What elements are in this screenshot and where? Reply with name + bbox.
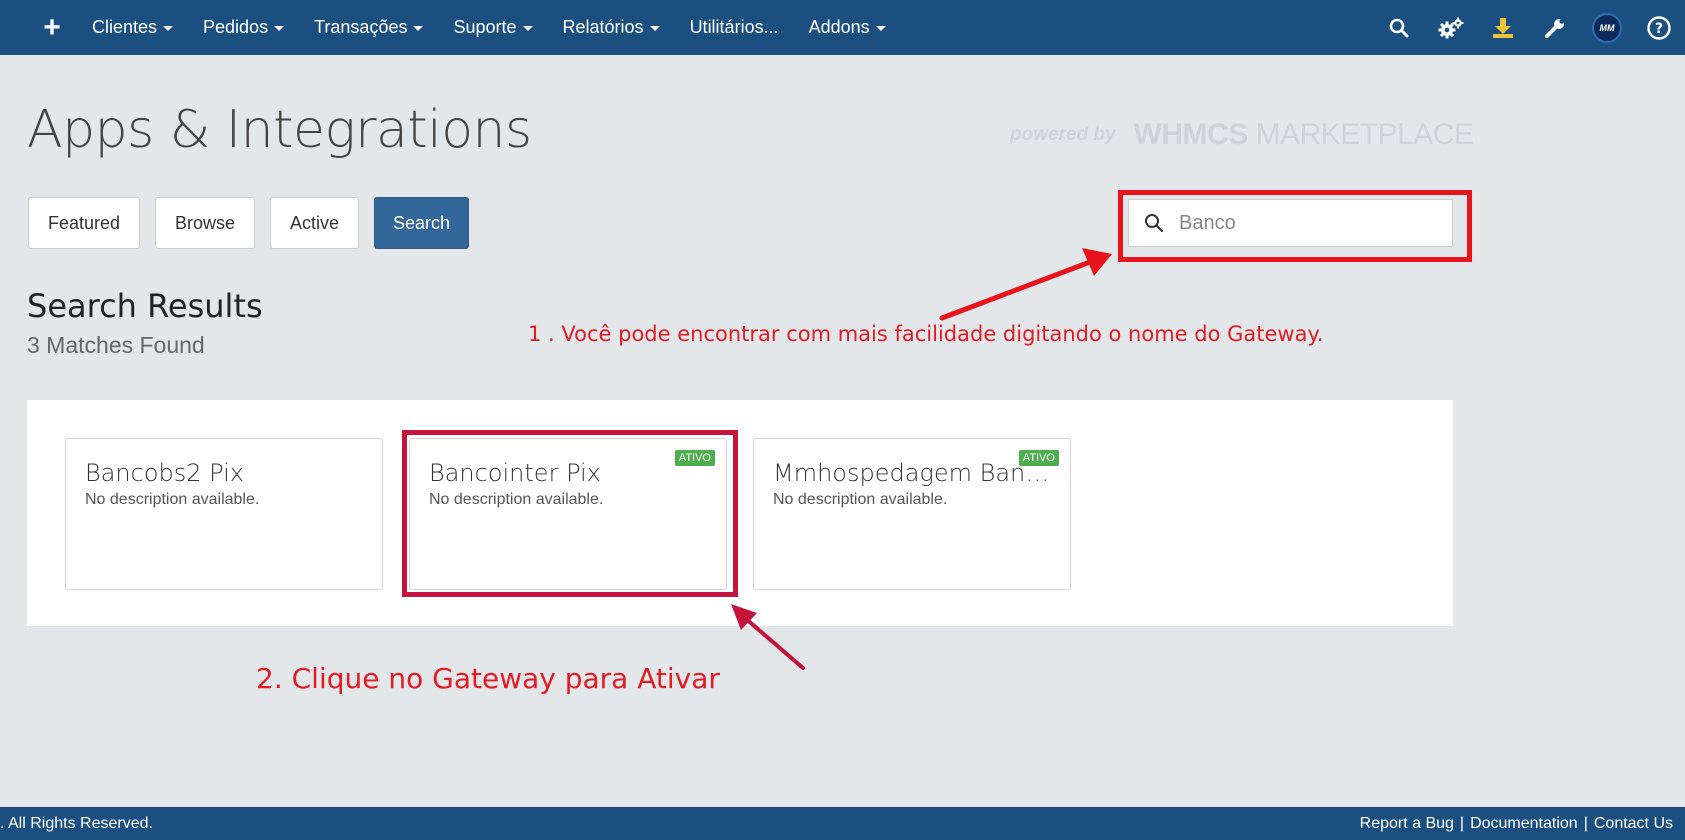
- nav-relatorios[interactable]: Relatórios: [548, 0, 675, 55]
- tab-search[interactable]: Search: [374, 197, 469, 249]
- avatar-initials: MM: [1592, 12, 1622, 43]
- powered-by-label: powered by: [1010, 124, 1116, 145]
- top-navbar: + Clientes Pedidos Transações Suporte Re…: [0, 0, 1685, 55]
- contact-us-link[interactable]: Contact Us: [1594, 815, 1673, 832]
- brand-suffix: MARKETPLACE: [1255, 118, 1474, 151]
- help-icon[interactable]: ?: [1633, 0, 1685, 55]
- nav-addons[interactable]: Addons: [794, 0, 901, 55]
- nav-right-icons: MM ?: [1373, 0, 1685, 55]
- app-card[interactable]: ATIVO Mmhospedagem Banco... No descripti…: [753, 438, 1071, 590]
- search-icon[interactable]: [1373, 0, 1425, 55]
- footer-separator: |: [1459, 814, 1465, 832]
- chevron-down-icon: [649, 25, 660, 31]
- results-count: 3 Matches Found: [27, 332, 205, 358]
- chevron-down-icon: [274, 25, 285, 31]
- app-card-description: No description available.: [85, 491, 260, 508]
- annotation-step-2: 2. Clique no Gateway para Ativar: [256, 662, 720, 695]
- avatar[interactable]: MM: [1581, 0, 1633, 55]
- chevron-down-icon: [163, 25, 174, 31]
- results-panel: Bancobs2 Pix No description available. A…: [27, 400, 1453, 626]
- footer-links: Report a Bug | Documentation | Contact Us: [1360, 815, 1673, 833]
- nav-transacoes-label: Transações: [314, 17, 408, 37]
- app-card-title: Mmhospedagem Banco...: [773, 459, 1051, 487]
- nav-pedidos-label: Pedidos: [203, 17, 269, 37]
- footer-separator: |: [1583, 814, 1588, 832]
- footer: . All Rights Reserved. Report a Bug | Docu…: [0, 807, 1685, 840]
- nav-addons-label: Addons: [808, 17, 870, 37]
- nav-pedidos[interactable]: Pedidos: [188, 0, 299, 55]
- nav-suporte[interactable]: Suporte: [438, 0, 547, 55]
- documentation-link[interactable]: Documentation: [1470, 815, 1578, 832]
- brand-name: WHMCS: [1133, 118, 1249, 151]
- gears-icon[interactable]: [1425, 0, 1477, 55]
- chevron-down-icon: [413, 25, 424, 31]
- nav-relatorios-label: Relatórios: [562, 17, 644, 37]
- results-title: Search Results: [27, 287, 263, 325]
- status-badge: ATIVO: [1018, 450, 1059, 466]
- page-title: Apps & Integrations: [27, 100, 532, 160]
- powered-by-logo: powered by WHMCS MARKETPLACE: [1010, 118, 1474, 152]
- tab-active[interactable]: Active: [270, 197, 359, 249]
- annotation-step-1: 1 . Você pode encontrar com mais facilid…: [528, 322, 1324, 346]
- download-icon[interactable]: [1477, 0, 1529, 55]
- nav-suporte-label: Suporte: [453, 17, 517, 37]
- arrow-to-search: [939, 248, 1112, 321]
- tab-browse[interactable]: Browse: [155, 197, 255, 249]
- add-new-button[interactable]: +: [27, 0, 77, 55]
- marketplace-logo: WHMCS MARKETPLACE: [1134, 118, 1474, 152]
- svg-text:?: ?: [1655, 21, 1663, 37]
- search-highlight-box: [1118, 190, 1472, 262]
- copyright-text: . All Rights Reserved.: [0, 814, 153, 832]
- report-bug-link[interactable]: Report a Bug: [1360, 815, 1454, 832]
- app-card-title: Bancobs2 Pix: [85, 459, 244, 487]
- nav-clientes[interactable]: Clientes: [77, 0, 188, 55]
- card-highlight-box: [402, 430, 738, 597]
- app-card[interactable]: Bancobs2 Pix No description available.: [65, 438, 383, 590]
- wrench-icon[interactable]: [1529, 0, 1581, 55]
- tab-featured[interactable]: Featured: [28, 197, 140, 249]
- app-card-description: No description available.: [773, 491, 948, 508]
- chevron-down-icon: [875, 25, 886, 31]
- nav-utilitarios-label: Utilitários...: [689, 17, 779, 37]
- nav-transacoes[interactable]: Transações: [299, 0, 438, 55]
- nav-clientes-label: Clientes: [92, 17, 158, 37]
- nav-utilitarios[interactable]: Utilitários...: [675, 0, 794, 55]
- chevron-down-icon: [522, 25, 533, 31]
